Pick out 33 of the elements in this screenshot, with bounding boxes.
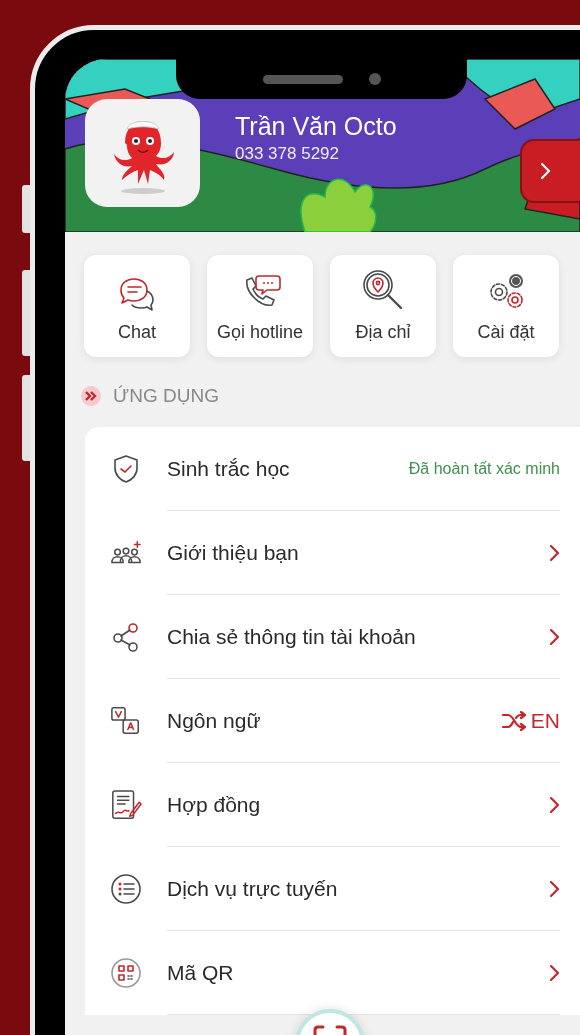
translate-icon (110, 705, 142, 737)
user-name: Trần Văn Octo (235, 112, 397, 141)
chevron-right-icon (540, 162, 551, 180)
quick-action-button[interactable]: Địa chỉ (330, 255, 436, 357)
chevron-right-icon (549, 796, 560, 814)
section-title: ỨNG DỤNG (113, 385, 219, 407)
contract-sign-icon (110, 788, 142, 822)
chevron-right-icon (549, 628, 560, 646)
double-chevron-icon (81, 386, 101, 406)
phone-number: 033 378 5292 (235, 144, 340, 164)
menu-item[interactable]: Dịch vụ trực tuyến (85, 847, 580, 931)
magnifier-pin-icon (361, 268, 405, 312)
quick-action-button[interactable]: Chat (84, 255, 190, 357)
menu-item[interactable]: Mã QR (85, 931, 580, 1015)
chevron-right-icon (549, 544, 560, 562)
share-nodes-icon (112, 622, 140, 652)
menu-item[interactable]: Hợp đồng (85, 763, 580, 847)
quick-action-button[interactable]: Gọi hotline (207, 255, 313, 357)
quick-action-button[interactable]: Cài đặt (453, 255, 559, 357)
list-icon (110, 873, 142, 905)
menu-item[interactable]: Giới thiệu bạn (85, 511, 580, 595)
shuffle-icon (500, 711, 527, 731)
chevron-right-icon (549, 880, 560, 898)
menu-item[interactable]: Ngôn ngữ EN (85, 679, 580, 763)
qr-code-icon (110, 957, 142, 989)
chevron-right-icon (549, 964, 560, 982)
camera-dot (368, 73, 381, 85)
scan-frame-icon (313, 1025, 347, 1035)
language-code: EN (500, 709, 560, 733)
menu-item[interactable]: Sinh trắc học Đã hoàn tất xác minh (85, 427, 580, 511)
shield-check-icon (112, 454, 140, 484)
verification-status: Đã hoàn tất xác minh (408, 460, 560, 478)
menu-item[interactable]: Chia sẻ thông tin tài khoản (85, 595, 580, 679)
